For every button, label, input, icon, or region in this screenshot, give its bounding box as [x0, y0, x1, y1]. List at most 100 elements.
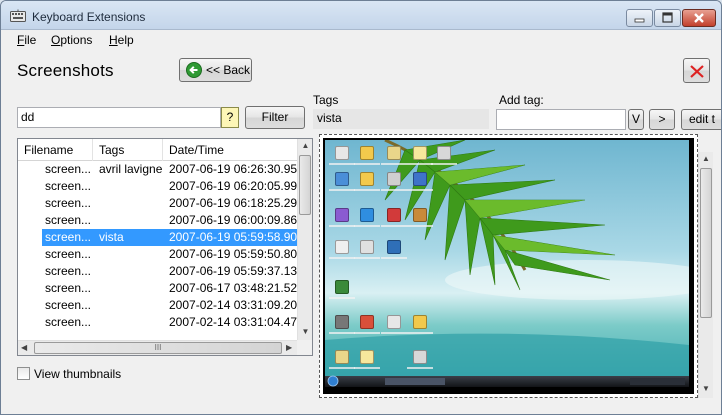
scroll-down-arrow-icon[interactable]: ▼ [298, 327, 312, 336]
red-x-icon [690, 65, 704, 78]
edit-tags-button[interactable]: edit t [681, 109, 721, 130]
title-bar[interactable]: Keyboard Extensions [1, 1, 721, 30]
preview-scroll-up-arrow-icon[interactable]: ▲ [699, 154, 713, 163]
cell-filename: screen... [45, 213, 92, 227]
help-button[interactable]: ? [221, 107, 239, 128]
app-window: Keyboard Extensions File Options Help Sc… [0, 0, 722, 415]
cell-datetime: 2007-02-14 03:31:04.471 [169, 315, 304, 329]
maximize-button[interactable] [654, 9, 681, 27]
cell-datetime: 2007-06-19 05:59:50.805 [169, 247, 304, 261]
menu-file-label: ile [24, 33, 37, 47]
list-vertical-scrollbar[interactable]: ▲ ▼ [297, 139, 312, 340]
menu-help[interactable]: Help [109, 33, 134, 47]
cell-tags: vista [99, 230, 124, 244]
keyboard-icon [10, 9, 26, 22]
cell-datetime: 2007-06-19 06:00:09.864 [169, 213, 304, 227]
table-row[interactable]: screen... vista 2007-06-19 05:59:58.900 [18, 229, 304, 246]
table-row[interactable]: screen... 2007-06-19 06:18:25.298 [18, 195, 304, 212]
desktop-shortcut-label [407, 332, 433, 334]
preview-vertical-scrollbar[interactable]: ▲ ▼ [698, 152, 713, 398]
view-thumbnails-label[interactable]: View thumbnails [34, 367, 121, 381]
desktop-shortcut-label [329, 163, 355, 165]
table-row[interactable]: screen... 2007-06-19 05:59:37.137 [18, 263, 304, 280]
minimize-button[interactable] [626, 9, 653, 27]
preview-image-frame [323, 138, 694, 394]
scroll-left-arrow-icon[interactable]: ◀ [21, 343, 27, 352]
view-thumbnails-checkbox[interactable] [17, 367, 30, 380]
desktop-shortcut-icon [335, 240, 349, 254]
desktop-shortcut-icon [387, 208, 401, 222]
cell-filename: screen... [45, 281, 92, 295]
desktop-shortcut-label [329, 225, 355, 227]
desktop-shortcut-label [354, 332, 380, 334]
cell-filename: screen... [45, 247, 92, 261]
desktop-shortcut-label [407, 189, 433, 191]
column-header-tags[interactable]: Tags [93, 139, 163, 161]
window-title: Keyboard Extensions [32, 10, 146, 24]
maximize-icon [662, 12, 673, 23]
add-tag-label: Add tag: [499, 93, 544, 107]
desktop-shortcut-label [407, 225, 433, 227]
filter-button[interactable]: Filter [245, 106, 305, 129]
list-header: Filename Tags Date/Time [18, 139, 298, 161]
list-horizontal-scroll-thumb[interactable]: III [34, 342, 282, 354]
desktop-shortcut-label [329, 332, 355, 334]
preview-scroll-down-arrow-icon[interactable]: ▼ [699, 384, 713, 393]
cell-filename: screen... [45, 162, 92, 176]
add-tag-next-button[interactable]: > [649, 109, 675, 130]
tags-label: Tags [313, 93, 339, 107]
menu-options[interactable]: Options [51, 33, 92, 47]
window-close-button[interactable] [682, 9, 716, 27]
desktop-shortcut-label [407, 163, 433, 165]
desktop-shortcut-label [354, 367, 380, 369]
close-screenshots-button[interactable] [683, 58, 710, 83]
table-row[interactable]: screen... 2007-02-14 03:31:04.471 [18, 314, 304, 331]
add-tag-input[interactable] [496, 109, 626, 130]
table-row[interactable]: screen... 2007-06-19 05:59:50.805 [18, 246, 304, 263]
add-tag-dropdown-button[interactable]: V [628, 109, 644, 130]
desktop-shortcut-icon [437, 146, 451, 160]
back-button[interactable]: << Back [179, 58, 252, 82]
column-header-datetime[interactable]: Date/Time [163, 139, 298, 161]
back-arrow-icon [186, 62, 202, 78]
cell-filename: screen... [45, 298, 92, 312]
preview-scroll-thumb[interactable] [700, 168, 712, 318]
minimize-icon [634, 18, 645, 23]
desktop-shortcut-icon [335, 315, 349, 329]
table-row[interactable]: screen... avril lavigne 2007-06-19 06:26:3… [18, 161, 304, 178]
desktop-shortcut-icon [335, 172, 349, 186]
table-row[interactable]: screen... 2007-06-17 03:48:21.522 [18, 280, 304, 297]
screenshot-list[interactable]: Filename Tags Date/Time screen... avril l… [17, 138, 313, 356]
desktop-shortcut-icon [387, 172, 401, 186]
cell-filename: screen... [45, 230, 92, 244]
desktop-shortcut-label [354, 257, 380, 259]
desktop-shortcut-icon [387, 146, 401, 160]
desktop-shortcut-icon [360, 315, 374, 329]
desktop-shortcut-label [381, 332, 407, 334]
list-horizontal-scrollbar[interactable]: ◀ III ▶ [18, 340, 298, 355]
desktop-shortcut-icon [335, 208, 349, 222]
scroll-right-arrow-icon[interactable]: ▶ [286, 343, 292, 352]
desktop-shortcut-label [381, 163, 407, 165]
table-row[interactable]: screen... 2007-06-19 06:00:09.864 [18, 212, 304, 229]
table-row[interactable]: screen... 2007-02-14 03:31:09.208 [18, 297, 304, 314]
desktop-shortcut-icon [360, 146, 374, 160]
scroll-up-arrow-icon[interactable]: ▲ [298, 141, 312, 150]
menu-file[interactable]: File [17, 33, 36, 47]
desktop-shortcut-label [381, 189, 407, 191]
desktop-shortcut-label [381, 257, 407, 259]
cell-tags: avril lavigne [99, 162, 163, 176]
menu-options-mnemonic: O [51, 33, 61, 47]
desktop-shortcut-label [329, 189, 355, 191]
cell-datetime: 2007-06-19 06:20:05.993 [169, 179, 304, 193]
cell-datetime: 2007-02-14 03:31:09.208 [169, 298, 304, 312]
screenshot-preview [319, 134, 698, 398]
desktop-shortcut-label [329, 257, 355, 259]
desktop-shortcut-icon [413, 350, 427, 364]
desktop-shortcut-icon [335, 280, 349, 294]
table-row[interactable]: screen... 2007-06-19 06:20:05.993 [18, 178, 304, 195]
cell-filename: screen... [45, 315, 92, 329]
search-input[interactable]: dd [17, 107, 221, 128]
column-header-filename[interactable]: Filename [18, 139, 93, 161]
list-vertical-scroll-thumb[interactable] [299, 155, 311, 215]
